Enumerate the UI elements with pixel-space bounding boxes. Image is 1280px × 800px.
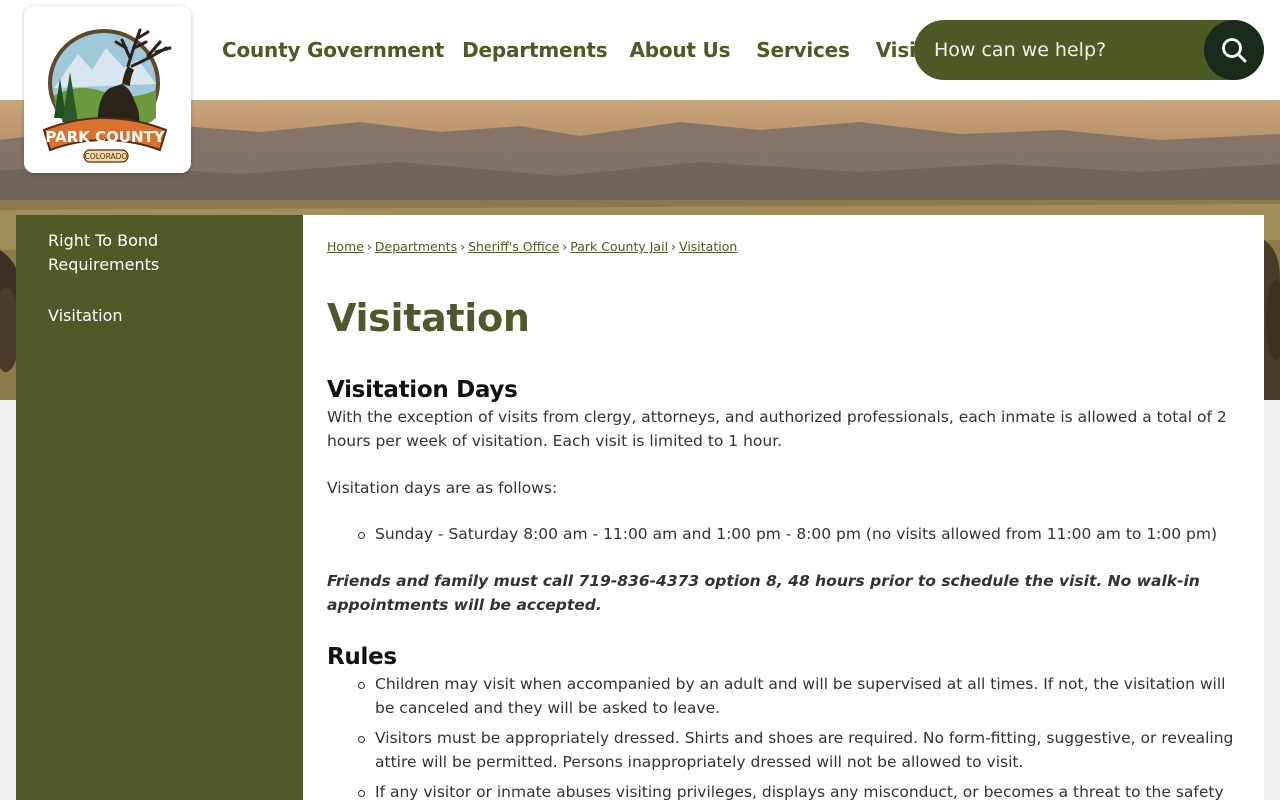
scheduling-notice: Friends and family must call 719-836-437… xyxy=(327,572,1200,614)
main-content: Home › Departments › Sheriff's Office › Park C… xyxy=(303,215,1264,800)
list-item: Visitors must be appropriately dressed. … xyxy=(358,726,1240,774)
side-navigation: Right To Bond Requirements Visitation xyxy=(16,215,303,800)
visitation-intro: With the exception of visits from clergy… xyxy=(327,408,1227,450)
page-title: Visitation xyxy=(327,296,530,340)
breadcrumb-park-county-jail[interactable]: Park County Jail xyxy=(570,239,668,254)
breadcrumb-separator: › xyxy=(562,239,568,254)
breadcrumb-separator: › xyxy=(671,239,677,254)
logo-text: PARK COUNTY xyxy=(45,128,165,146)
logo-subtext: COLORADO xyxy=(85,152,128,161)
search-input[interactable] xyxy=(934,32,1204,68)
sidebar-item-right-to-bond[interactable]: Right To Bond Requirements xyxy=(16,229,196,277)
list-item: If any visitor or inmate abuses visiting… xyxy=(358,780,1240,800)
breadcrumb-visitation[interactable]: Visitation xyxy=(679,239,737,254)
list-item: Children may visit when accompanied by a… xyxy=(358,672,1240,720)
sidebar-item-visitation[interactable]: Visitation xyxy=(16,304,303,328)
search-icon xyxy=(1222,38,1247,63)
section-heading-visitation-days: Visitation Days xyxy=(327,377,518,403)
breadcrumb-separator: › xyxy=(460,239,466,254)
site-header: County Government Departments About Us S… xyxy=(0,0,1280,100)
list-item: Sunday - Saturday 8:00 am - 11:00 am and… xyxy=(358,522,1240,546)
nav-departments[interactable]: Departments xyxy=(452,38,617,62)
breadcrumb-home[interactable]: Home xyxy=(327,239,364,254)
search-bar xyxy=(914,20,1264,80)
nav-services[interactable]: Services xyxy=(746,38,859,62)
park-county-logo: PARK COUNTY COLORADO xyxy=(42,28,172,163)
section-heading-rules: Rules xyxy=(327,644,397,670)
visitation-days-label: Visitation days are as follows: xyxy=(327,479,558,497)
visitation-days-list: Sunday - Saturday 8:00 am - 11:00 am and… xyxy=(327,522,1240,546)
nav-county-government[interactable]: County Government xyxy=(212,38,454,62)
breadcrumb-sheriffs-office[interactable]: Sheriff's Office xyxy=(468,239,559,254)
county-logo[interactable]: PARK COUNTY COLORADO xyxy=(24,6,191,173)
rules-list: Children may visit when accompanied by a… xyxy=(327,672,1240,800)
breadcrumb-departments[interactable]: Departments xyxy=(375,239,457,254)
breadcrumb: Home › Departments › Sheriff's Office › Park C… xyxy=(327,239,1240,259)
breadcrumb-separator: › xyxy=(366,239,372,254)
main-nav: County Government Departments About Us S… xyxy=(212,0,970,100)
nav-about-us[interactable]: About Us xyxy=(619,38,740,62)
search-button[interactable] xyxy=(1204,20,1264,80)
